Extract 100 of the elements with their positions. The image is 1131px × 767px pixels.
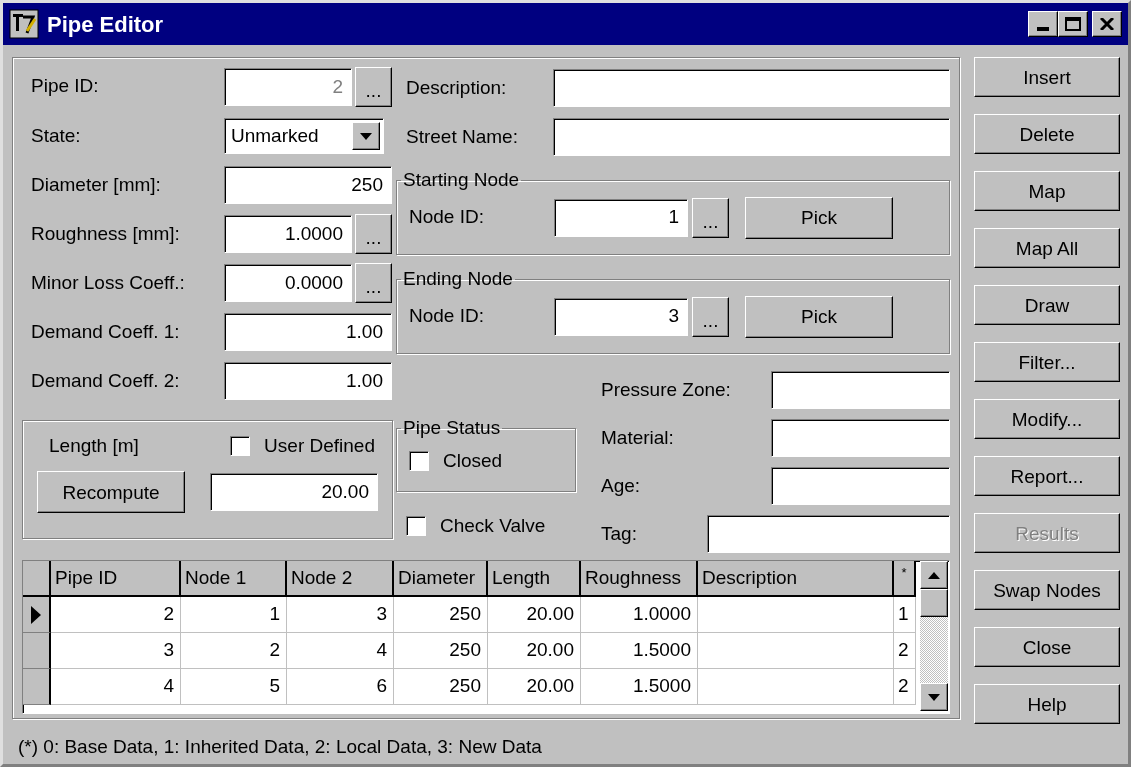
column-header[interactable]: Node 2 [287, 561, 394, 595]
close-icon [1100, 18, 1114, 30]
status-text: (*) 0: Base Data, 1: Inherited Data, 2: Local Data, 3: New Data [18, 735, 543, 759]
column-header[interactable]: Length [488, 561, 581, 595]
browse-button[interactable]: ... [692, 197, 729, 238]
table-cell: 2 [181, 633, 287, 669]
field-label: Pressure Zone: [601, 377, 732, 402]
field-label: State: [31, 123, 82, 148]
table-cell: 3 [287, 597, 394, 633]
column-header[interactable]: Diameter [394, 561, 488, 595]
column-header[interactable]: Description [698, 561, 894, 595]
field-label: Diameter [mm]: [31, 172, 162, 197]
column-header[interactable]: * [894, 561, 916, 595]
input-field[interactable] [707, 515, 950, 553]
table-cell: 1.0000 [581, 597, 698, 633]
minimize-icon [1037, 27, 1049, 31]
checkbox[interactable] [409, 450, 429, 471]
input-field[interactable] [771, 371, 950, 409]
input-field[interactable]: 1.0000 [224, 215, 352, 253]
table-cell: 1.5000 [581, 633, 698, 669]
down-arrow-icon [928, 693, 940, 701]
table-cell: 20.00 [488, 669, 581, 705]
table-cell: 2 [894, 669, 916, 705]
scroll-down-button[interactable] [920, 683, 948, 711]
table-cell: 20.00 [488, 597, 581, 633]
action-button[interactable]: Report... [974, 456, 1120, 496]
app-icon [9, 9, 39, 39]
field-label: Demand Coeff. 1: [31, 319, 181, 344]
checkbox[interactable] [230, 436, 251, 456]
action-button[interactable]: Map [974, 171, 1120, 211]
table-cell: 250 [394, 633, 488, 669]
table-cell: 1.5000 [581, 669, 698, 705]
checkbox-label: Closed [443, 448, 503, 473]
column-header[interactable]: Pipe ID [51, 561, 181, 595]
input-field[interactable]: 0.0000 [224, 264, 352, 302]
scroll-up-button[interactable] [920, 561, 948, 589]
field-label: Roughness [mm]: [31, 221, 181, 246]
scroll-thumb[interactable] [920, 589, 948, 617]
action-button[interactable]: Filter... [974, 342, 1120, 382]
state-dropdown[interactable]: Unmarked [224, 118, 384, 154]
group-title: Ending Node [402, 267, 514, 291]
browse-button[interactable]: ... [692, 296, 729, 337]
vertical-scrollbar[interactable] [920, 561, 948, 711]
row-selector[interactable] [23, 669, 51, 705]
table-cell: 250 [394, 669, 488, 705]
field-label: Node ID: [409, 205, 485, 230]
field-label: Street Name: [406, 124, 519, 149]
minimize-button[interactable] [1028, 11, 1058, 37]
field-label: Node ID: [409, 304, 485, 329]
input-field[interactable]: 1.00 [224, 362, 392, 400]
column-header[interactable]: Roughness [581, 561, 698, 595]
maximize-button[interactable] [1058, 11, 1088, 37]
table-cell: 5 [181, 669, 287, 705]
action-button[interactable]: Modify... [974, 399, 1120, 439]
table-cell: 4 [51, 669, 181, 705]
action-button[interactable]: Insert [974, 57, 1120, 97]
field-label: Age: [601, 473, 642, 498]
field-label: Material: [601, 425, 675, 450]
close-button[interactable] [1092, 11, 1122, 37]
input-field[interactable] [771, 419, 950, 457]
row-selector[interactable] [23, 633, 51, 669]
length-field[interactable]: 20.00 [210, 473, 378, 511]
input-field[interactable]: 1.00 [224, 313, 392, 351]
recompute-button[interactable]: Recompute [37, 471, 185, 513]
action-button[interactable]: Draw [974, 285, 1120, 325]
action-button[interactable]: Delete [974, 114, 1120, 154]
table-cell: 6 [287, 669, 394, 705]
group-title: Starting Node [402, 168, 521, 192]
window-title: Pipe Editor [47, 10, 164, 39]
up-arrow-icon [928, 571, 940, 579]
pick-button[interactable]: Pick [745, 196, 893, 239]
pick-button[interactable]: Pick [745, 295, 893, 338]
column-header[interactable]: Node 1 [181, 561, 287, 595]
table-cell: 4 [287, 633, 394, 669]
checkbox[interactable] [406, 516, 426, 537]
action-button[interactable]: Close [974, 627, 1120, 667]
input-field[interactable]: 250 [224, 166, 392, 204]
field-label: Pipe ID: [31, 74, 100, 98]
checkbox-label: Check Valve [440, 514, 546, 538]
input-field[interactable] [553, 69, 950, 107]
node-id-field[interactable]: 3 [554, 297, 688, 336]
browse-button[interactable]: ... [355, 214, 392, 254]
row-selector[interactable] [23, 597, 51, 633]
group-title: Pipe Status [402, 416, 502, 440]
browse-button[interactable]: ... [355, 263, 392, 303]
field-label: Description: [406, 75, 508, 100]
maximize-icon [1065, 17, 1081, 31]
node-id-field[interactable]: 1 [554, 198, 688, 237]
table-cell: 1 [894, 597, 916, 633]
table-cell: 2 [894, 633, 916, 669]
table-cell: 250 [394, 597, 488, 633]
input-field[interactable] [771, 467, 950, 505]
action-button[interactable]: Help [974, 684, 1120, 724]
field-label: Demand Coeff. 2: [31, 368, 181, 393]
checkbox-label: User Defined [264, 433, 375, 458]
table-cell: 3 [51, 633, 181, 669]
action-button[interactable]: Swap Nodes [974, 570, 1120, 610]
table-cell: 1 [181, 597, 287, 633]
input-field[interactable] [553, 118, 950, 156]
action-button[interactable]: Map All [974, 228, 1120, 268]
